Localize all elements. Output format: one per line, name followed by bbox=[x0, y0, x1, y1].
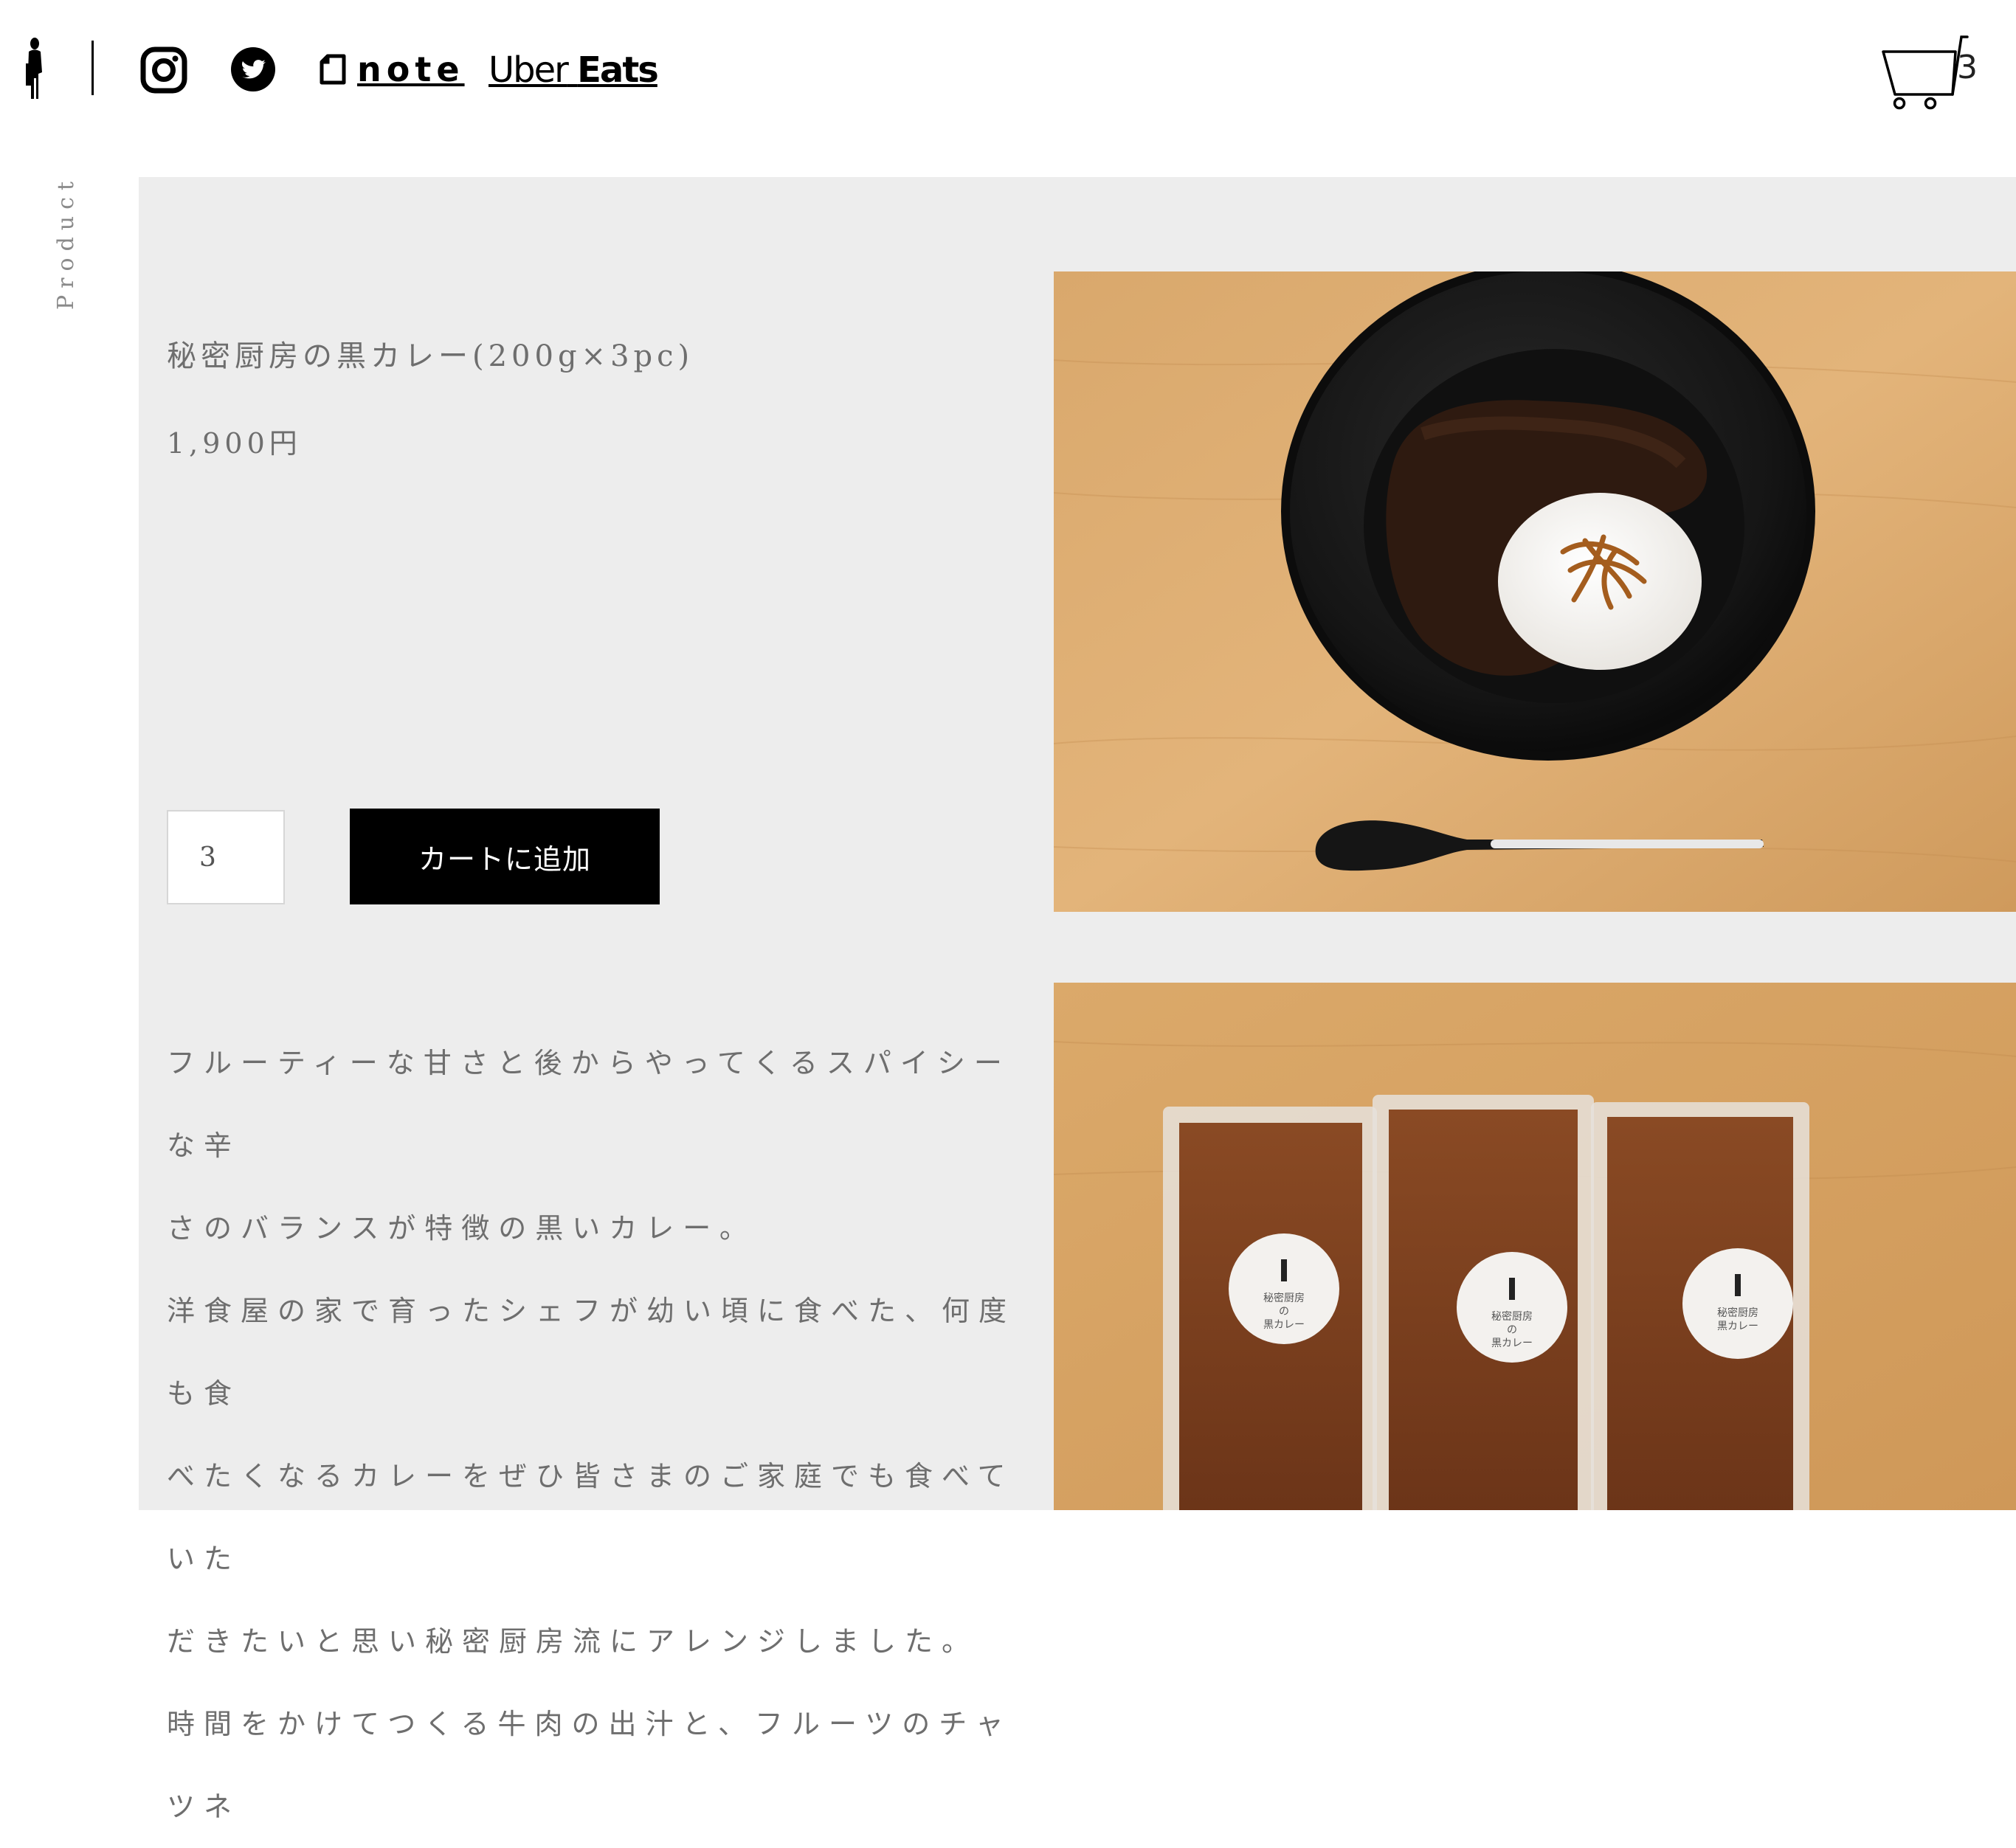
uber-label: Uber bbox=[489, 49, 569, 91]
note-link[interactable]: note bbox=[319, 41, 465, 97]
sticker-text: 秘密厨房 bbox=[1263, 1292, 1305, 1304]
note-label: note bbox=[357, 49, 465, 89]
instagram-link[interactable] bbox=[140, 46, 187, 94]
sticker-text: 秘密厨房 bbox=[1717, 1307, 1758, 1319]
sticker-text: の bbox=[1507, 1324, 1517, 1336]
description-line: 時間をかけてつくる牛肉の出汁と、フルーツのチャツネ bbox=[167, 1708, 1012, 1823]
cart-count: 3 bbox=[1957, 49, 1978, 86]
product-description: フルーティーな甘さと後からやってくるスパイシーな辛 さのバランスが特徴の黒いカレ… bbox=[167, 1022, 1023, 1848]
description-line: さのバランスが特徴の黒いカレー。 bbox=[167, 1212, 756, 1245]
note-icon bbox=[320, 54, 346, 85]
twitter-link[interactable] bbox=[230, 46, 276, 92]
quantity-input[interactable] bbox=[167, 810, 285, 904]
sticker-text: 黒カレー bbox=[1491, 1337, 1533, 1349]
twitter-icon bbox=[231, 47, 275, 91]
chef-logo[interactable] bbox=[22, 37, 52, 103]
curry-packs-photo: 秘密厨房 の 黒カレー 秘密厨房 の 黒カレー 秘密厨房 黒カレー bbox=[1054, 983, 2016, 1510]
sticker-text: 秘密厨房 bbox=[1491, 1310, 1533, 1323]
sticker-text: 黒カレー bbox=[1263, 1319, 1305, 1331]
instagram-icon bbox=[140, 46, 187, 94]
description-line: べたくなるカレーをぜひ皆さまのご家庭でも食べていた bbox=[167, 1460, 1015, 1575]
uber-eats-link[interactable]: Uber Eats bbox=[489, 44, 659, 96]
chef-silhouette-icon bbox=[26, 38, 42, 99]
description-line: だきたいと思い秘密厨房流にアレンジしました。 bbox=[167, 1625, 979, 1658]
product-title: 秘密厨房の黒カレー(200g×3pc) bbox=[167, 339, 694, 373]
sticker-text: 黒カレー bbox=[1717, 1321, 1758, 1332]
header-divider bbox=[92, 41, 94, 95]
site-header: note Uber Eats 3 bbox=[0, 0, 2016, 140]
description-line: 洋食屋の家で育ったシェフが幼い頃に食べた、何度も食 bbox=[167, 1295, 1016, 1410]
add-to-cart-button[interactable]: カートに追加 bbox=[350, 809, 660, 904]
sticker-text: の bbox=[1279, 1306, 1289, 1318]
eats-label: Eats bbox=[577, 49, 659, 91]
section-label: Product bbox=[53, 175, 79, 310]
description-line: フルーティーな甘さと後からやってくるスパイシーな辛 bbox=[167, 1047, 1011, 1162]
product-price: 1,900円 bbox=[167, 427, 302, 460]
curry-plate-photo bbox=[1054, 271, 2016, 912]
